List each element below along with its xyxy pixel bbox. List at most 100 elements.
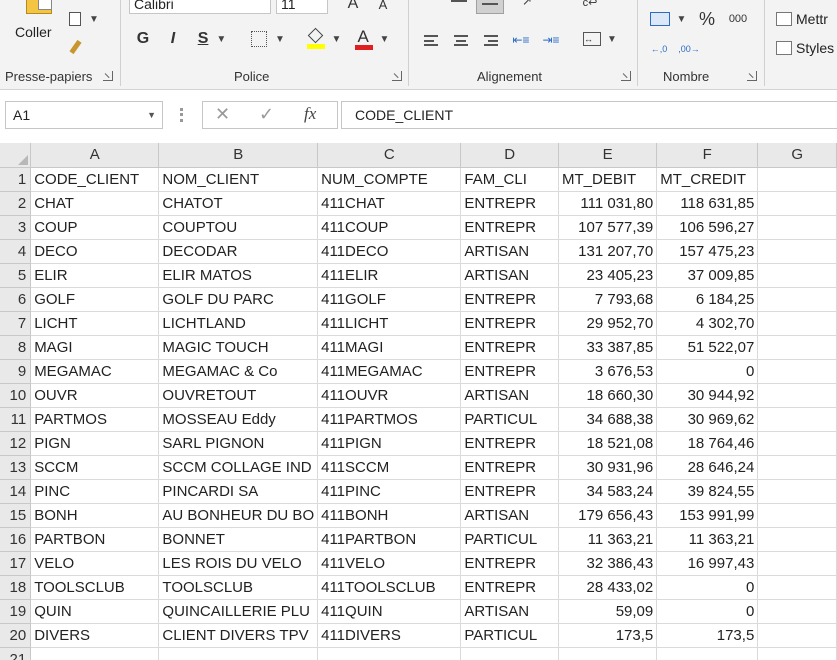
italic-button[interactable]: I (162, 28, 184, 50)
cell[interactable]: 411ELIR (317, 263, 462, 288)
cell[interactable]: 34 688,38 (558, 407, 658, 432)
cell[interactable]: ENTREPR (460, 335, 559, 360)
column-header[interactable]: C (317, 143, 462, 168)
cell[interactable] (757, 575, 837, 600)
cell[interactable]: 33 387,85 (558, 335, 658, 360)
cell[interactable] (30, 647, 160, 660)
cell[interactable]: QUIN (30, 599, 160, 624)
cell[interactable]: MT_CREDIT (656, 167, 759, 192)
borders-button[interactable]: ▼ (246, 28, 290, 50)
cell[interactable]: 131 207,70 (558, 239, 658, 264)
cell[interactable]: 23 405,23 (558, 263, 658, 288)
cell[interactable]: 4 302,70 (656, 311, 759, 336)
row-header[interactable]: 8 (0, 335, 32, 360)
cell[interactable]: MEGAMAC & Co (158, 359, 319, 384)
row-header[interactable]: 7 (0, 311, 32, 336)
insert-function-button[interactable]: fx (304, 104, 316, 124)
cell[interactable]: BONNET (158, 527, 319, 552)
column-header[interactable]: B (158, 143, 319, 168)
cell[interactable]: 153 991,99 (656, 503, 759, 528)
fill-color-button[interactable]: ▼ (304, 26, 344, 52)
cell[interactable]: 411LICHT (317, 311, 462, 336)
cell[interactable]: SARL PIGNON (158, 431, 319, 456)
row-header[interactable]: 19 (0, 599, 32, 624)
row-header[interactable]: 2 (0, 191, 32, 216)
column-header[interactable]: E (558, 143, 658, 168)
cell[interactable]: PARTICUL (460, 623, 559, 648)
shrink-font-button[interactable]: A (373, 0, 393, 12)
cell[interactable]: 411GOLF (317, 287, 462, 312)
cell[interactable]: 179 656,43 (558, 503, 658, 528)
cell[interactable]: GOLF (30, 287, 160, 312)
cell[interactable]: PARTICUL (460, 407, 559, 432)
police-launcher-icon[interactable] (392, 71, 402, 81)
cell[interactable]: PIGN (30, 431, 160, 456)
row-header[interactable]: 15 (0, 503, 32, 528)
cell[interactable]: PINC (30, 479, 160, 504)
cell[interactable]: QUINCAILLERIE PLU (158, 599, 319, 624)
cell[interactable]: TOOLSCLUB (30, 575, 160, 600)
thousands-button[interactable]: 000 (724, 9, 752, 29)
align-center-button[interactable] (450, 30, 472, 50)
cell[interactable]: 39 824,55 (656, 479, 759, 504)
cell[interactable]: ELIR (30, 263, 160, 288)
cell[interactable]: 16 997,43 (656, 551, 759, 576)
cell[interactable]: 7 793,68 (558, 287, 658, 312)
cell[interactable]: 411CHAT (317, 191, 462, 216)
row-header[interactable]: 12 (0, 431, 32, 456)
clipboard-launcher-icon[interactable] (103, 71, 113, 81)
cell[interactable]: 106 596,27 (656, 215, 759, 240)
cell[interactable]: ENTREPR (460, 215, 559, 240)
row-header[interactable]: 3 (0, 215, 32, 240)
conditional-format-button[interactable]: Mettr (776, 8, 828, 30)
cell[interactable]: COUPTOU (158, 215, 319, 240)
cell[interactable]: PARTMOS (30, 407, 160, 432)
row-header[interactable]: 18 (0, 575, 32, 600)
cell[interactable] (757, 239, 837, 264)
cell[interactable]: ELIR MATOS (158, 263, 319, 288)
cell[interactable]: SCCM COLLAGE IND (158, 455, 319, 480)
cell[interactable] (757, 431, 837, 456)
cell[interactable]: 107 577,39 (558, 215, 658, 240)
cell[interactable]: 111 031,80 (558, 191, 658, 216)
cell[interactable]: LICHTLAND (158, 311, 319, 336)
row-header[interactable]: 5 (0, 263, 32, 288)
cell[interactable]: 32 386,43 (558, 551, 658, 576)
cell[interactable]: LICHT (30, 311, 160, 336)
cell[interactable]: PINCARDI SA (158, 479, 319, 504)
wrap-text-button[interactable]: c↩ (578, 0, 602, 10)
cell[interactable] (757, 191, 837, 216)
row-header[interactable]: 20 (0, 623, 32, 648)
cell[interactable]: AU BONHEUR DU BO (158, 503, 319, 528)
number-launcher-icon[interactable] (747, 71, 757, 81)
format-table-button[interactable]: Styles (776, 37, 834, 59)
cell[interactable]: 3 676,53 (558, 359, 658, 384)
cell[interactable] (558, 647, 658, 660)
cell[interactable]: PARTBON (30, 527, 160, 552)
cell[interactable]: OUVRETOUT (158, 383, 319, 408)
cell[interactable]: ARTISAN (460, 599, 559, 624)
cell[interactable]: 173,5 (656, 623, 759, 648)
cell[interactable] (460, 647, 559, 660)
cell[interactable]: ENTREPR (460, 359, 559, 384)
align-middle-button[interactable] (476, 0, 504, 14)
cancel-icon[interactable]: ✕ (215, 104, 230, 125)
cell[interactable]: 411PARTBON (317, 527, 462, 552)
cell[interactable]: NOM_CLIENT (158, 167, 319, 192)
decrease-decimal-button[interactable]: ,00→ (678, 38, 700, 60)
paste-button[interactable]: Coller (8, 0, 58, 60)
cell[interactable]: 28 433,02 (558, 575, 658, 600)
cell[interactable] (757, 359, 837, 384)
cell[interactable]: ENTREPR (460, 191, 559, 216)
font-size-select[interactable]: 11 (276, 0, 328, 14)
cell[interactable] (757, 215, 837, 240)
cell[interactable] (757, 551, 837, 576)
row-header[interactable]: 16 (0, 527, 32, 552)
decrease-indent-button[interactable]: ⇤≡ (510, 30, 532, 50)
cell[interactable]: FAM_CLI (460, 167, 559, 192)
row-header[interactable]: 14 (0, 479, 32, 504)
cell[interactable]: ENTREPR (460, 287, 559, 312)
cell[interactable] (757, 527, 837, 552)
select-all-corner[interactable] (0, 143, 32, 168)
cell[interactable]: 11 363,21 (656, 527, 759, 552)
